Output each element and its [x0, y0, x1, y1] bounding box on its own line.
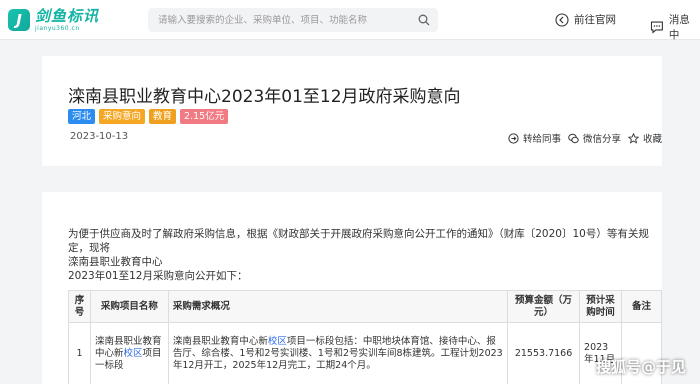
tag-industry[interactable]: 教育 — [149, 109, 177, 124]
tag-list: 河北 采购意向 教育 2.15亿元 — [68, 109, 232, 124]
col-time: 预计采购时间 — [579, 290, 623, 323]
tag-region[interactable]: 河北 — [68, 109, 96, 124]
col-budget: 预算金额（万元） — [507, 290, 581, 323]
forward-icon — [508, 132, 519, 144]
col-project-name: 采购项目名称 — [89, 290, 169, 323]
publish-date: 2023-10-13 — [70, 131, 129, 142]
logo-domain: jianyu360.cn — [35, 24, 80, 32]
cell-seq: 1 — [68, 322, 91, 384]
table-header-row: 序号 采购项目名称 采购需求概况 预算金额（万元） 预计采购时间 备注 — [68, 290, 662, 323]
watermark: 搜狐号@于见 — [595, 358, 686, 376]
page-title: 滦南县职业教育中心2023年01至12月政府采购意向 — [68, 87, 461, 107]
star-icon — [628, 132, 639, 144]
tag-type[interactable]: 采购意向 — [99, 109, 146, 124]
wechat-share-button[interactable]: 微信分享 — [568, 131, 621, 145]
highlight-keyword: 校区 — [123, 347, 143, 359]
back-arrow-icon — [555, 12, 569, 27]
search-icon[interactable] — [418, 14, 430, 26]
col-note: 备注 — [621, 290, 662, 323]
official-site-link[interactable]: 前往官网 — [555, 12, 616, 27]
logo-mark-icon: J — [8, 9, 30, 31]
forward-button[interactable]: 转给同事 — [508, 131, 561, 145]
procurement-table: 序号 采购项目名称 采购需求概况 预算金额（万元） 预计采购时间 备注 1 滦南… — [68, 290, 662, 384]
cell-project-name: 滦南县职业教育中心新校区项目一标段 — [89, 322, 169, 384]
col-requirement: 采购需求概况 — [167, 290, 509, 323]
messages-label: 消息中 — [668, 14, 690, 41]
top-bar: J 剑鱼标讯 jianyu360.cn 前往官网 消息中 — [0, 0, 700, 42]
col-seq: 序号 — [68, 290, 91, 323]
favorite-button[interactable]: 收藏 — [628, 131, 662, 145]
logo-name: 剑鱼标讯 — [35, 6, 100, 25]
messages-link[interactable]: 消息中 — [650, 12, 700, 42]
intro-line-1: 为便于供应商及时了解政府采购信息，根据《财政部关于开展政府采购意向公开工作的通知… — [68, 228, 649, 240]
cell-requirement: 滦南县职业教育中心新校区项目一标段包括：中职地块体育馆、接待中心、报告厅、综合楼… — [167, 322, 509, 384]
favorite-label: 收藏 — [643, 134, 663, 145]
forward-label: 转给同事 — [523, 134, 562, 145]
organization-name: 滦南县职业教育中心 — [68, 256, 163, 268]
message-icon — [650, 21, 663, 34]
search-box — [148, 8, 438, 33]
search-input[interactable] — [148, 8, 408, 33]
wechat-icon — [568, 133, 579, 143]
intro-line-3: 2023年01至12月采购意向公开如下： — [68, 270, 248, 282]
wechat-share-label: 微信分享 — [583, 134, 622, 145]
logo[interactable]: J 剑鱼标讯 jianyu360.cn — [8, 6, 99, 34]
table-row: 1 滦南县职业教育中心新校区项目一标段 滦南县职业教育中心新校区项目一标段包括：… — [68, 322, 662, 384]
tag-amount: 2.15亿元 — [180, 109, 229, 124]
highlight-keyword: 校区 — [267, 335, 287, 347]
cell-budget: 21553.7166 — [507, 322, 581, 384]
intro-line-2: 定，现将 — [68, 242, 110, 254]
official-site-label: 前往官网 — [574, 14, 616, 26]
